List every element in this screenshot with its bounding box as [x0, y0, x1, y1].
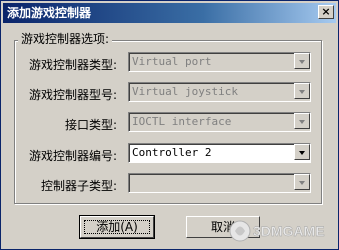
interface-type-label: 接口类型:: [64, 118, 117, 132]
focus-rect: [84, 220, 150, 234]
controller-number-value: Controller 2: [132, 146, 212, 159]
dialog-title: 添加游戏控制器: [7, 6, 92, 20]
watermark-logo: 3DMGAME: [229, 218, 333, 244]
controller-subtype-label: 控制器子类型:: [40, 179, 117, 193]
interface-type-value: IOCTL interface: [132, 115, 232, 128]
controller-model-select[interactable]: Virtual joystick: [128, 82, 311, 102]
controller-type-value: Virtual port: [132, 55, 212, 68]
controller-model-label: 游戏控制器型号:: [28, 88, 117, 102]
controller-subtype-select[interactable]: [128, 173, 311, 193]
group-label: 游戏控制器选项:: [18, 31, 113, 47]
chevron-down-icon[interactable]: [294, 174, 310, 190]
controller-type-select[interactable]: Virtual port: [128, 52, 311, 72]
chevron-down-icon[interactable]: [294, 113, 310, 129]
controller-number-label: 游戏控制器编号:: [28, 149, 117, 163]
chevron-down-icon[interactable]: [294, 144, 310, 160]
interface-type-select[interactable]: IOCTL interface: [128, 112, 311, 132]
controller-number-select[interactable]: Controller 2: [128, 143, 311, 163]
controller-model-value: Virtual joystick: [132, 85, 238, 98]
title-bar[interactable]: 添加游戏控制器 ×: [3, 3, 336, 23]
controller-type-label: 游戏控制器类型:: [28, 58, 117, 72]
close-icon: ×: [321, 5, 331, 18]
close-button[interactable]: ×: [318, 5, 334, 19]
add-button[interactable]: 添加(A): [79, 215, 155, 239]
chevron-down-icon[interactable]: [294, 53, 310, 69]
chevron-down-icon[interactable]: [294, 83, 310, 99]
svg-text:3DMGAME: 3DMGAME: [253, 223, 325, 239]
